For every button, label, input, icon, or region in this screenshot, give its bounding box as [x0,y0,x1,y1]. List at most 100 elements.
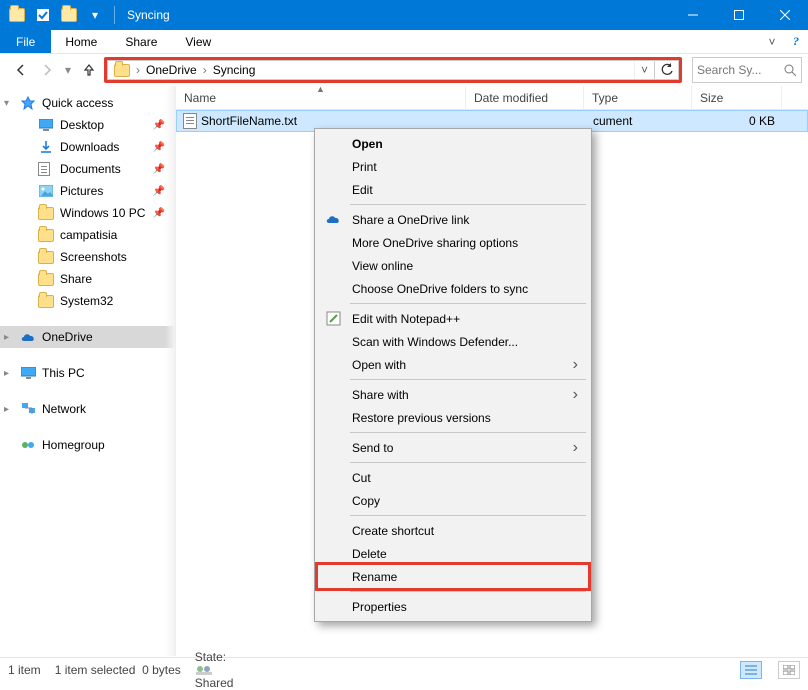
menu-defender[interactable]: Scan with Windows Defender... [318,330,588,353]
nav-row: ▾ › OneDrive › Syncing ˅ Search Sy... [0,54,808,86]
menu-notepadpp[interactable]: Edit with Notepad++ [318,307,588,330]
tab-view[interactable]: View [171,30,225,53]
downloads-icon [38,139,54,155]
sidebar-label: Quick access [42,96,113,110]
menu-delete[interactable]: Delete [318,542,588,565]
chevron-right-icon[interactable]: ▸ [4,332,9,343]
sidebar-documents[interactable]: Documents 📌 [0,158,175,180]
sidebar-thispc[interactable]: ▸ This PC [0,362,175,384]
sidebar-campatisia[interactable]: campatisia [0,224,175,246]
sidebar-downloads[interactable]: Downloads 📌 [0,136,175,158]
quick-access-toolbar: ▾ [0,4,119,26]
address-dropdown-icon[interactable]: ˅ [634,61,654,79]
sidebar-onedrive[interactable]: ▸ OneDrive [0,326,175,348]
minimize-button[interactable] [670,0,716,30]
pin-icon: 📌 [153,208,165,219]
tab-file[interactable]: File [0,30,51,53]
onedrive-icon [324,211,342,229]
sidebar-network[interactable]: ▸ Network [0,398,175,420]
chevron-right-icon[interactable]: › [134,63,142,77]
sidebar-homegroup[interactable]: Homegroup [0,434,175,456]
menu-open-with[interactable]: Open with› [318,353,588,376]
view-details-button[interactable] [740,661,762,679]
qat-newfolder-icon[interactable] [58,4,80,26]
status-state: State: Shared [195,650,234,690]
qat-dropdown-icon[interactable]: ▾ [84,4,106,26]
menu-create-shortcut[interactable]: Create shortcut [318,519,588,542]
back-button[interactable] [10,59,32,81]
sidebar-desktop[interactable]: Desktop 📌 [0,114,175,136]
view-icons-button[interactable] [778,661,800,679]
address-bar-highlight: › OneDrive › Syncing ˅ [104,57,682,83]
folder-icon [38,249,54,265]
menu-edit[interactable]: Edit [318,178,588,201]
menu-restore-versions[interactable]: Restore previous versions [318,406,588,429]
menu-share-with[interactable]: Share with› [318,383,588,406]
menu-send-to[interactable]: Send to› [318,436,588,459]
sidebar-label: Screenshots [60,250,127,264]
sidebar-label: Homegroup [42,438,105,452]
chevron-right-icon[interactable]: › [201,63,209,77]
menu-open[interactable]: Open [318,132,588,155]
sidebar-label: Windows 10 PC 1 [60,206,147,220]
column-headers: ▲ Name Date modified Type Size [176,86,808,110]
folder-icon [38,293,54,309]
col-size[interactable]: Size [692,86,782,109]
chevron-right-icon[interactable]: ▸ [4,368,9,379]
maximize-button[interactable] [716,0,762,30]
chevron-down-icon[interactable]: ▾ [4,98,9,109]
sidebar-pictures[interactable]: Pictures 📌 [0,180,175,202]
window-title: Syncing [119,8,170,22]
help-icon[interactable]: ? [784,30,808,53]
sidebar-label: OneDrive [42,330,93,344]
titlebar: ▾ Syncing [0,0,808,30]
menu-cut[interactable]: Cut [318,466,588,489]
col-date[interactable]: Date modified [466,86,584,109]
sidebar-screenshots[interactable]: Screenshots [0,246,175,268]
refresh-button[interactable] [655,60,679,80]
thispc-icon [20,365,36,381]
ribbon-collapse-icon[interactable]: ˅ [760,30,784,53]
sidebar-label: Documents [60,162,121,176]
menu-copy[interactable]: Copy [318,489,588,512]
crumb-onedrive[interactable]: OneDrive [142,61,201,79]
col-type[interactable]: Type [584,86,692,109]
file-size: 0 KB [693,114,775,128]
menu-choose-sync[interactable]: Choose OneDrive folders to sync [318,277,588,300]
chevron-right-icon[interactable]: ▸ [4,404,9,415]
menu-properties[interactable]: Properties [318,595,588,618]
menu-share-onedrive-link[interactable]: Share a OneDrive link [318,208,588,231]
menu-separator [350,462,586,463]
menu-rename[interactable]: Rename [318,565,588,588]
nav-pane: ▾ Quick access Desktop 📌 Downloads 📌 Doc… [0,86,176,656]
sidebar-win10[interactable]: Windows 10 PC 1 📌 [0,202,175,224]
folder-icon[interactable] [6,4,28,26]
recent-dropdown-icon[interactable]: ▾ [62,59,74,81]
desktop-icon [38,117,54,133]
sidebar-quick-access[interactable]: ▾ Quick access [0,92,175,114]
menu-more-onedrive-sharing[interactable]: More OneDrive sharing options [318,231,588,254]
address-bar[interactable]: › OneDrive › Syncing ˅ [107,60,655,80]
address-folder-icon[interactable] [110,61,134,79]
search-input[interactable]: Search Sy... [692,57,802,83]
status-selected-count: 1 item selected 0 bytes [55,663,181,677]
forward-button[interactable] [36,59,58,81]
sidebar-system32[interactable]: System32 [0,290,175,312]
menu-print[interactable]: Print [318,155,588,178]
homegroup-icon [20,437,36,453]
qat-properties-icon[interactable] [32,4,54,26]
pictures-icon [38,183,54,199]
close-button[interactable] [762,0,808,30]
menu-view-online[interactable]: View online [318,254,588,277]
menu-separator [350,432,586,433]
search-icon [784,64,797,77]
tab-home[interactable]: Home [51,30,111,53]
pin-icon: 📌 [153,164,165,175]
star-icon [20,95,36,111]
crumb-syncing[interactable]: Syncing [209,61,260,79]
up-button[interactable] [78,59,100,81]
sidebar-label: Network [42,402,86,416]
sidebar-share[interactable]: Share [0,268,175,290]
tab-share[interactable]: Share [111,30,171,53]
pin-icon: 📌 [153,120,165,131]
